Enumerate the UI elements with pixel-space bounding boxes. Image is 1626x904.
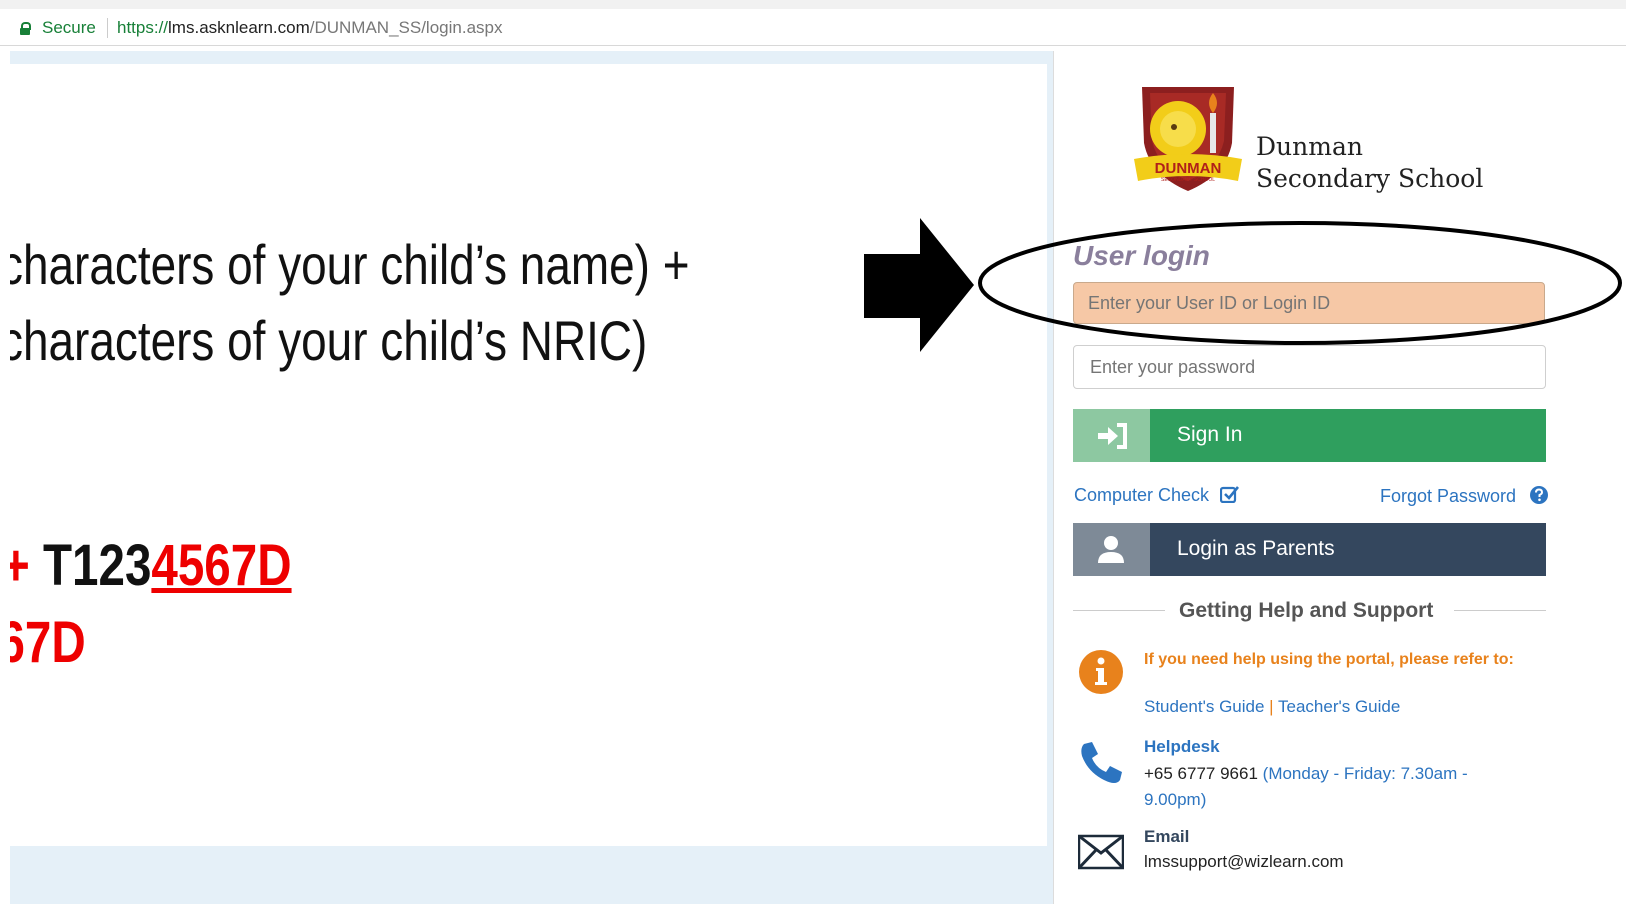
url-scheme: https://	[117, 18, 169, 37]
instruction-slide: characters of your child’s name) + chara…	[10, 64, 1047, 846]
helpdesk-title: Helpdesk	[1144, 737, 1220, 756]
instruction-line-1: characters of your child’s name) +	[10, 233, 690, 296]
pointer-arrow-icon	[864, 218, 974, 352]
url-host: lms.asknlearn.com	[168, 18, 310, 37]
support-heading: Getting Help and Support	[1073, 599, 1546, 623]
password-input[interactable]	[1073, 345, 1546, 389]
email-address-link[interactable]: lmssupport@wizlearn.com	[1144, 852, 1344, 872]
lock-icon	[20, 22, 31, 35]
email-title: Email	[1144, 827, 1190, 846]
divider	[1073, 610, 1165, 611]
sign-in-button[interactable]: Sign In	[1073, 409, 1546, 462]
secure-label: Secure	[42, 18, 96, 37]
browser-address-bar[interactable]: Secure https://lms.asknlearn.com/DUNMAN_…	[0, 0, 1626, 46]
school-name-line-2: Secondary School	[1256, 164, 1484, 193]
info-icon	[1079, 650, 1123, 694]
highlight-ellipse	[978, 221, 1622, 345]
divider	[1454, 610, 1546, 611]
user-icon	[1073, 523, 1150, 576]
example-suffix: 4567D	[151, 533, 292, 598]
support-heading-text: Getting Help and Support	[1179, 599, 1434, 622]
helpdesk-number: +65 6777 9661	[1144, 764, 1258, 783]
crest-text: DUNMAN	[1155, 160, 1222, 177]
url-text[interactable]: https://lms.asknlearn.com/DUNMAN_SS/logi…	[117, 18, 503, 38]
forgot-password-label: Forgot Password	[1380, 486, 1517, 506]
computer-check-link[interactable]: Computer Check	[1074, 485, 1240, 506]
computer-check-label: Computer Check	[1074, 485, 1210, 505]
example-line-2: 567D	[10, 610, 86, 675]
helpdesk-details: +65 6777 9661 (Monday - Friday: 7.30am -…	[1144, 761, 1524, 813]
question-circle-icon	[1530, 486, 1549, 504]
teachers-guide-link[interactable]: Teacher's Guide	[1278, 697, 1400, 716]
students-guide-link[interactable]: Student's Guide	[1144, 697, 1264, 716]
guide-separator: |	[1269, 697, 1274, 716]
school-name-line-1: Dunman	[1256, 132, 1363, 161]
example-plus: +	[10, 533, 43, 598]
school-crest-logo: DUNMAN SECONDARY SCHOOL	[1134, 87, 1242, 191]
url-path: /DUNMAN_SS/login.aspx	[309, 18, 503, 37]
instruction-line-2: characters of your child’s NRIC)	[10, 309, 648, 372]
example-prefix: T123	[43, 533, 152, 598]
crest-subtext: SECONDARY SCHOOL	[1161, 177, 1215, 183]
login-as-parents-button[interactable]: Login as Parents	[1073, 523, 1546, 576]
envelope-icon	[1078, 834, 1124, 870]
sign-in-icon	[1073, 409, 1150, 462]
phone-icon	[1081, 742, 1122, 783]
login-as-parents-label: Login as Parents	[1177, 537, 1335, 560]
example-line-1: + T1234567D	[10, 532, 292, 599]
sign-in-label: Sign In	[1177, 423, 1243, 446]
school-name: Dunman Secondary School	[1256, 131, 1483, 195]
check-square-icon	[1219, 486, 1240, 504]
forgot-password-link[interactable]: Forgot Password	[1380, 485, 1549, 507]
address-separator	[107, 18, 108, 38]
help-text: If you need help using the portal, pleas…	[1144, 651, 1514, 668]
guide-links: Student's Guide | Teacher's Guide	[1144, 697, 1400, 717]
